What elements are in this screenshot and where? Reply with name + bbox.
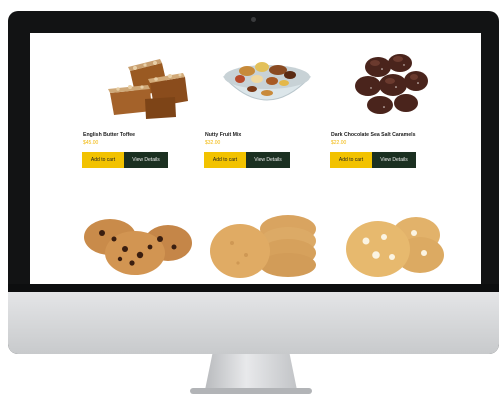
white-chocolate-cookies-image[interactable] (328, 207, 448, 279)
product-name[interactable]: Nutty Fruit Mix (205, 132, 241, 138)
screen-bottom-bezel (8, 284, 499, 292)
monitor-stand-base (190, 388, 312, 394)
product-card: Nutty Fruit Mix $32.00 Add to cart View … (202, 41, 342, 168)
monitor: English Butter Toffee $45.00 Add to cart… (8, 11, 499, 354)
view-details-button[interactable]: View Details (372, 152, 416, 168)
view-details-button[interactable]: View Details (124, 152, 168, 168)
add-to-cart-button[interactable]: Add to cart (82, 152, 124, 168)
camera-dot (251, 17, 256, 22)
chocolate-chip-cookies-image[interactable] (80, 209, 200, 281)
caramels-image[interactable] (338, 41, 448, 121)
product-price: $22.00 (331, 140, 347, 146)
product-card: English Butter Toffee $45.00 Add to cart… (80, 41, 220, 168)
screen: English Butter Toffee $45.00 Add to cart… (30, 33, 481, 284)
product-name[interactable]: Dark Chocolate Sea Salt Caramels (331, 132, 415, 138)
monitor-chin (8, 292, 499, 354)
add-to-cart-button[interactable]: Add to cart (204, 152, 246, 168)
product-card: Dark Chocolate Sea Salt Caramels $22.00 … (328, 41, 468, 168)
product-price: $45.00 (83, 140, 99, 146)
view-details-button[interactable]: View Details (246, 152, 290, 168)
peanut-butter-cookies-image[interactable] (204, 207, 324, 279)
add-to-cart-button[interactable]: Add to cart (330, 152, 372, 168)
product-name[interactable]: English Butter Toffee (83, 132, 135, 138)
toffee-image[interactable] (90, 41, 200, 121)
product-price: $32.00 (205, 140, 221, 146)
nut-mix-image[interactable] (212, 41, 322, 121)
monitor-stand (205, 354, 297, 390)
